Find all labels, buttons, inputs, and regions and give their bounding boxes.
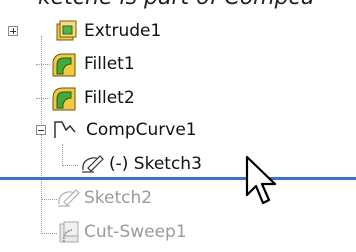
- feature-manager-tree: Extrude1 Fillet1 Fillet2 CompCurve1 (-) …: [0, 0, 356, 252]
- tree-item-label: (-) Sketch3: [109, 154, 202, 174]
- rollback-bar[interactable]: [0, 177, 356, 180]
- tree-item-compcurve1[interactable]: CompCurve1: [0, 116, 356, 146]
- sketch-icon: [58, 189, 80, 207]
- tree-item-label: Sketch2: [84, 188, 153, 208]
- tree-item-label: Cut-Sweep1: [84, 222, 187, 242]
- sketch-icon: [82, 155, 104, 173]
- tree-item-fillet1[interactable]: Fillet1: [0, 50, 356, 80]
- mouse-cursor-icon: [245, 155, 277, 205]
- tree-item-label: Fillet2: [84, 88, 135, 108]
- tree-item-extrude1[interactable]: Extrude1: [0, 17, 356, 47]
- composite-curve-icon: [54, 121, 76, 138]
- fillet-icon: [52, 87, 76, 111]
- collapse-toggle[interactable]: [36, 125, 46, 135]
- expand-toggle[interactable]: [8, 26, 18, 36]
- tree-item-cut-sweep1[interactable]: Cut-Sweep1: [0, 218, 356, 248]
- tree-item-label: CompCurve1: [86, 120, 197, 140]
- tree-item-sketch2[interactable]: Sketch2: [0, 184, 356, 214]
- tree-item-label: Extrude1: [84, 21, 162, 41]
- tree-item-fillet2[interactable]: Fillet2: [0, 84, 356, 114]
- tree-item-sketch3[interactable]: (-) Sketch3: [0, 150, 356, 180]
- fillet-icon: [52, 53, 76, 77]
- cut-sweep-icon: [59, 221, 79, 243]
- extrude-icon: [56, 20, 77, 41]
- tree-item-label: Fillet1: [84, 54, 135, 74]
